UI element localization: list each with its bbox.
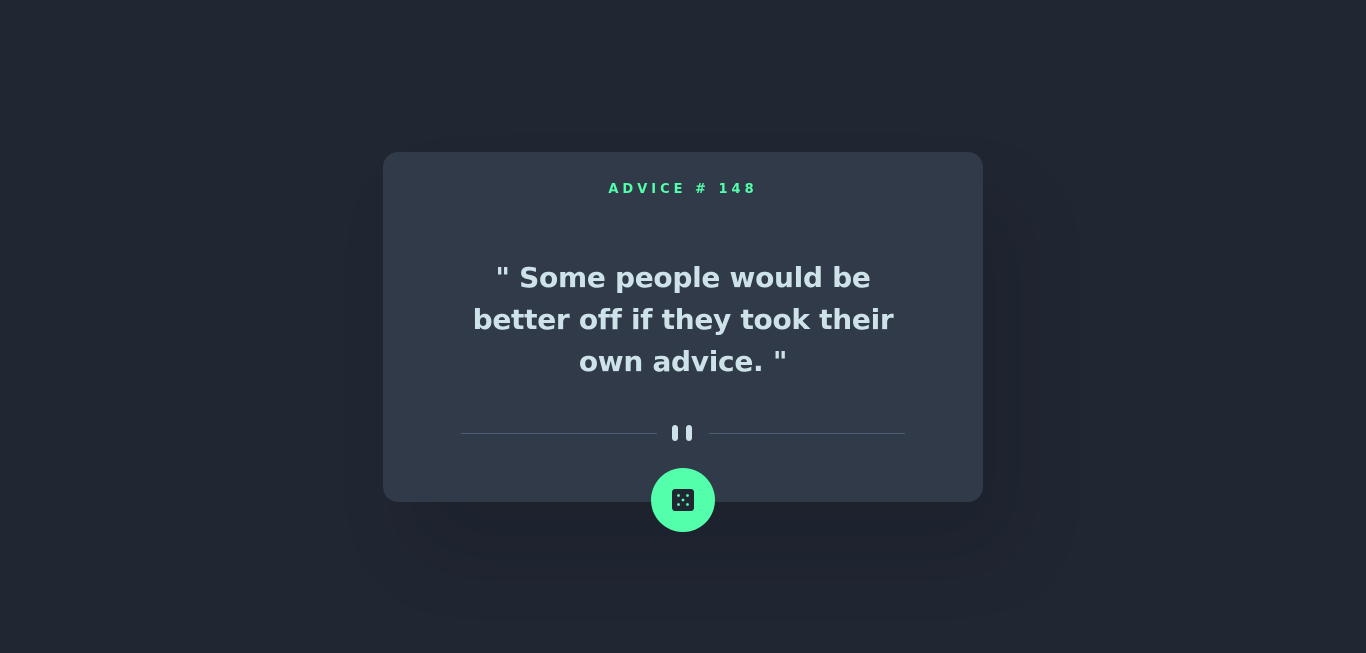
dice-icon xyxy=(672,489,694,511)
advice-card: ADVICE # 148 " Some people would be bett… xyxy=(383,152,983,532)
divider-line-right xyxy=(709,433,905,434)
advice-id: ADVICE # 148 xyxy=(608,182,758,197)
new-advice-button[interactable] xyxy=(651,468,715,532)
pause-icon xyxy=(672,425,694,441)
advice-quote: " Some people would be better off if the… xyxy=(472,261,894,378)
divider-line-left xyxy=(461,433,657,434)
pattern-divider xyxy=(461,420,905,446)
